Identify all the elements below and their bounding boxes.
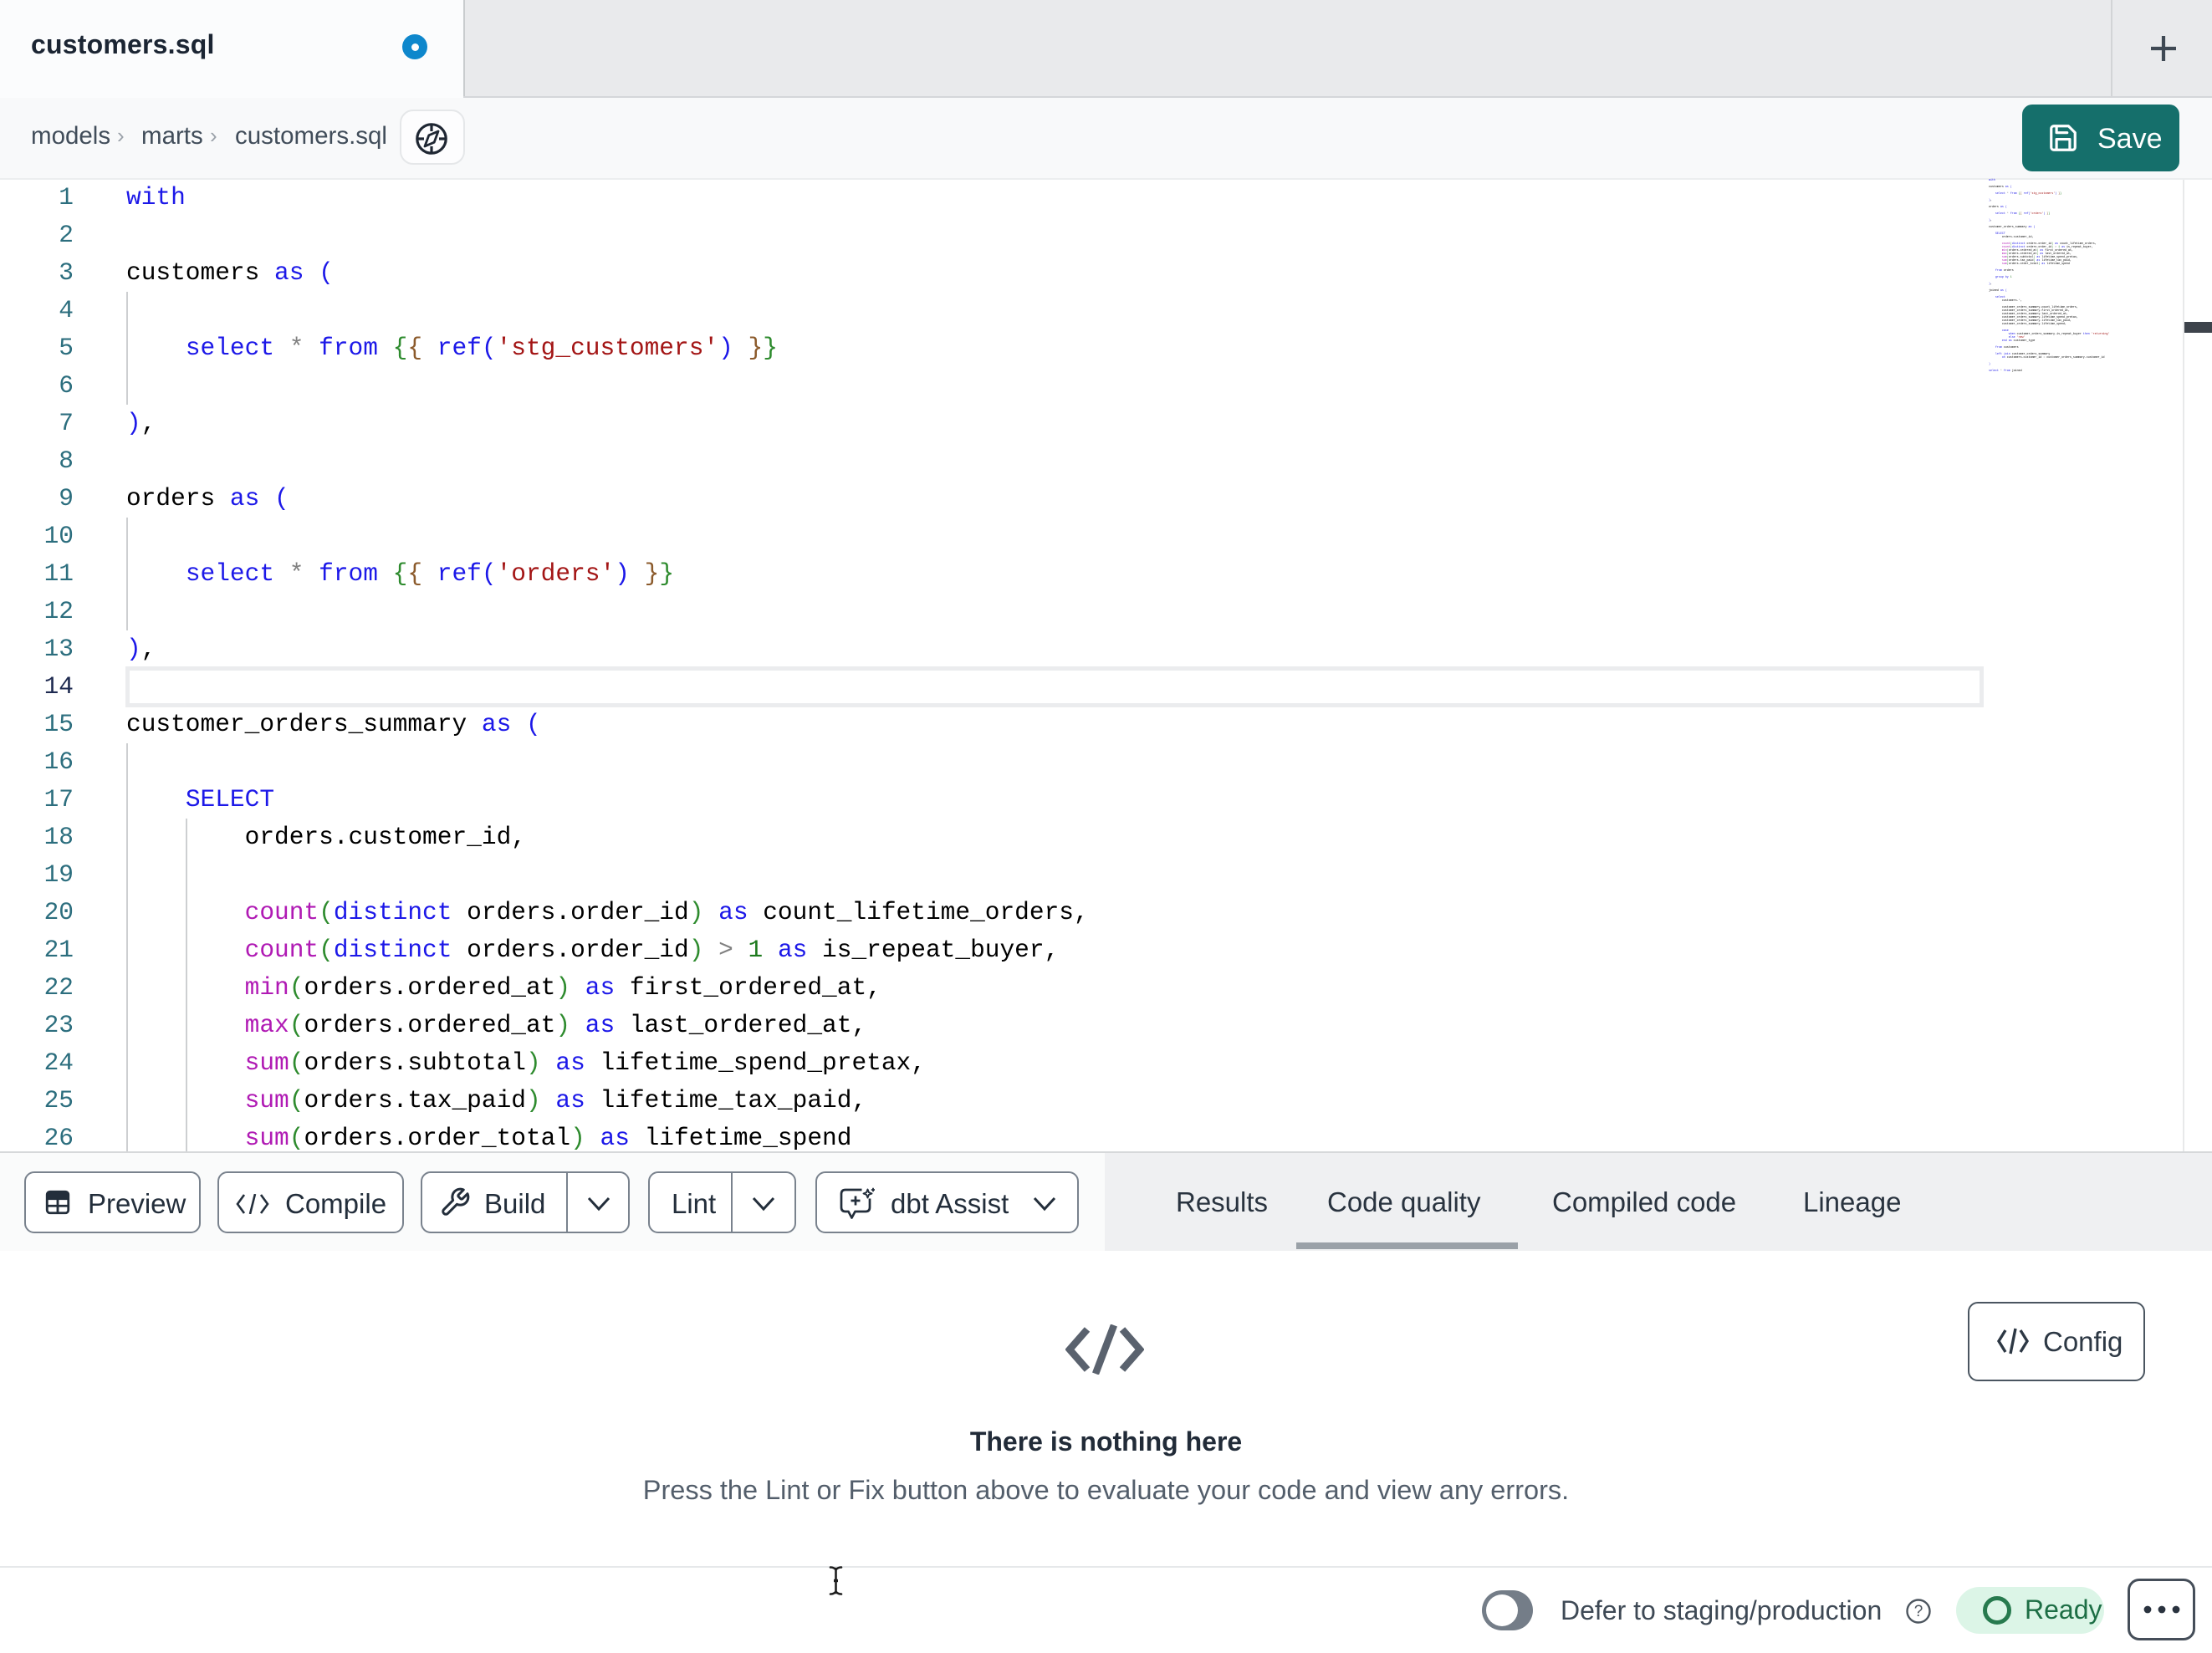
svg-text:?: ? <box>1914 1603 1923 1620</box>
